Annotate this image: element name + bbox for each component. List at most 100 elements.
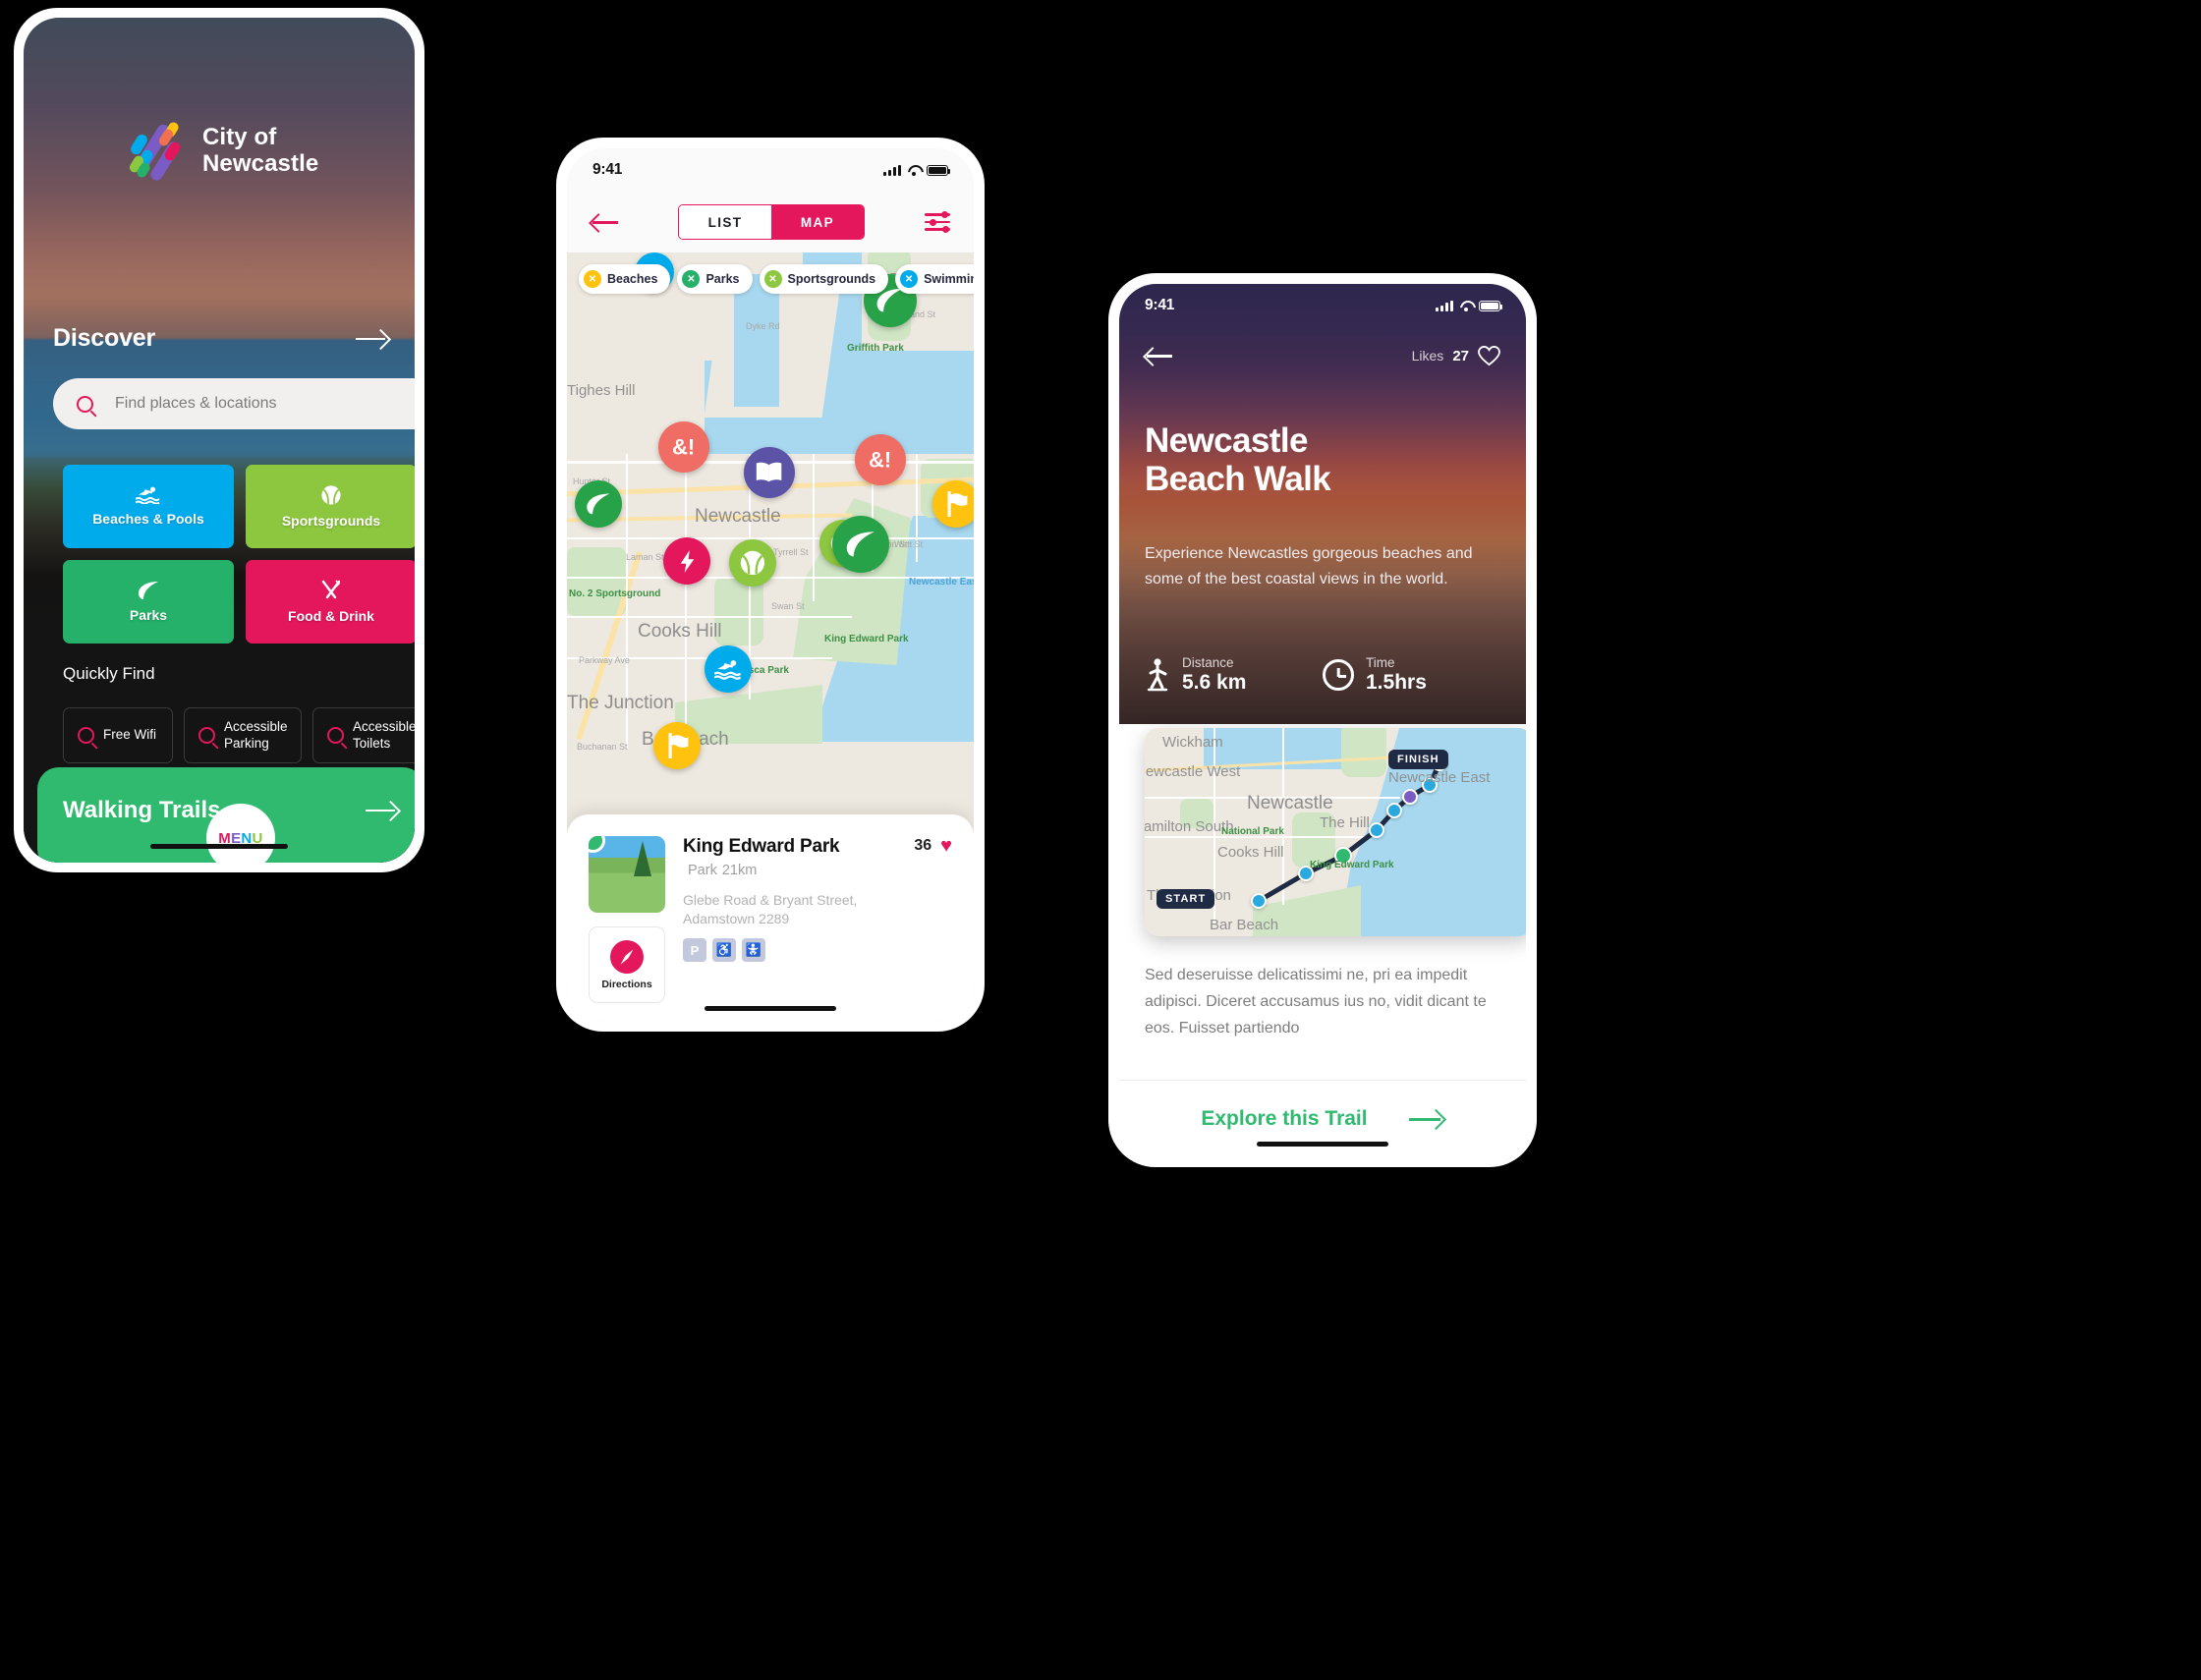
map-pin-flag[interactable] [932,480,974,528]
filter-chip-label: Swimming Pools [924,272,974,286]
likes-label: Likes [1411,348,1444,364]
map-label: Dyke Rd [746,321,780,331]
map-pin-art[interactable]: &! [658,421,709,473]
tile-label: Food & Drink [288,608,374,624]
back-arrow-icon[interactable] [1145,347,1172,364]
close-icon[interactable]: ✕ [584,270,601,288]
status-time: 9:41 [593,161,623,178]
map-pin-tennis-ball[interactable] [729,539,776,587]
filter-chip-beaches[interactable]: ✕ Beaches [579,264,671,294]
heart-filled-icon[interactable]: ♥ [940,836,952,856]
back-arrow-icon[interactable] [591,213,618,231]
trail-waypoint[interactable] [1402,789,1418,805]
trail-waypoint[interactable] [1369,822,1384,838]
battery-icon [927,164,951,176]
map-label: Tighes Hill [567,382,636,399]
close-icon[interactable]: ✕ [763,270,782,288]
quick-chip-free-wifi[interactable]: Free Wifi [63,707,173,763]
map-pin-swimmer[interactable] [705,645,752,693]
map-label: Griffith Park [847,343,904,354]
trail-map-label: Newcastle East [1388,769,1491,786]
trail-map-label: Newcastle [1247,793,1333,813]
filter-sliders-icon[interactable] [925,211,950,233]
trail-map-label: Cooks Hill [1217,844,1284,861]
map-pin-lightning[interactable] [663,537,710,585]
trail-map-label: The Hill [1320,814,1370,831]
svg-text:&!: &! [672,435,695,460]
amenity-icons: P ♿ 🚼 [683,938,952,963]
clock-icon [1323,659,1354,692]
directions-label: Directions [601,978,652,990]
filter-chip-row[interactable]: ✕ Beaches ✕ Parks ✕ Sportsgrounds ✕ Swimming Po… [567,252,974,306]
filter-chip-swimming-pools[interactable]: ✕ Swimming Pools [895,264,974,294]
tile-label: Beaches & Pools [92,511,204,527]
filter-chip-parks[interactable]: ✕ Parks [677,264,753,294]
place-category-row: Park 21km [683,863,952,878]
arrow-right-icon[interactable] [366,801,399,820]
trail-waypoint[interactable] [1251,893,1267,909]
filter-chip-label: Parks [705,272,740,286]
map-pin-leaf[interactable] [575,480,622,528]
map-pin-flag[interactable] [653,722,701,769]
place-likes[interactable]: 36 ♥ [914,836,952,856]
place-detail-card[interactable]: Directions King Edward Park 36 ♥ Park 21… [567,814,974,1021]
trail-description: Experience Newcastles gorgeous beaches a… [1145,545,1473,588]
map-pin-art[interactable]: &! [855,434,906,485]
search-input[interactable]: Find places & locations [53,378,415,429]
list-map-toggle[interactable]: LIST MAP [678,204,865,240]
phone1-screen: City of Newcastle Discover Find places &… [24,18,415,863]
explore-trail-button[interactable]: Explore this Trail [1119,1107,1526,1131]
map-label: Newcastle East [909,577,974,588]
tab-list[interactable]: LIST [679,205,771,239]
trail-nav-bar: Likes 27 [1119,333,1526,378]
arrow-right-icon[interactable] [1408,1109,1444,1129]
filter-chip-sportsgrounds[interactable]: ✕ Sportsgrounds [759,264,889,294]
address-line-2: Adamstown 2289 [683,910,790,926]
directions-button[interactable]: Directions [589,926,665,1003]
wifi-icon [907,165,921,176]
quick-chip-accessible-parking[interactable]: Accessible Parking [184,707,302,763]
home-indicator [705,1006,836,1011]
map-label: Cooks Hill [638,621,722,642]
tile-food-and-drink[interactable]: Food & Drink [246,560,415,644]
map-label: Swan St [771,601,805,611]
tile-sportsgrounds[interactable]: Sportsgrounds [246,465,415,548]
status-bar: 9:41 [567,148,974,192]
map-label: King Edward Park [824,634,909,644]
status-badge [589,836,605,853]
likes-group[interactable]: Likes 27 [1411,345,1500,366]
map-label: Laman St [626,552,664,562]
stat-label: Distance [1182,655,1234,670]
arrow-right-icon[interactable] [356,329,389,349]
trail-map-card[interactable]: Wickham Newcastle West Newcastle Newcastle … [1145,728,1526,936]
tree-graphic [634,841,651,876]
map-canvas[interactable]: CarringtonStocktonMaitland StGriffith Pa… [567,252,974,1021]
close-icon[interactable]: ✕ [900,270,919,288]
trail-title-line-2: Beach Walk [1145,460,1331,499]
heart-outline-icon[interactable] [1478,345,1500,366]
map-pin-leaf[interactable] [832,516,889,573]
search-icon [198,727,215,744]
trail-title: Newcastle Beach Walk [1145,421,1331,499]
svg-text:&!: &! [869,448,891,473]
quick-chip-accessible-toilets[interactable]: Accessible Toilets [312,707,415,763]
city-of-newcastle-logo-icon [127,120,191,183]
map-pin-book[interactable] [744,447,795,498]
trail-map-label: Wickham [1162,734,1223,751]
tab-map[interactable]: MAP [771,205,864,239]
category-tile-grid: Beaches & Pools Sportsgrounds Parks Food… [63,465,415,644]
status-bar: 9:41 [1119,284,1526,327]
map-label: Buchanan St [577,742,628,752]
tile-label: Sportsgrounds [281,513,381,529]
search-icon [78,727,94,744]
trail-waypoint[interactable] [1386,803,1402,818]
place-card-content: Directions King Edward Park 36 ♥ Park 21… [589,836,952,1003]
close-icon[interactable]: ✕ [682,270,701,288]
trail-stats: Distance 5.6 km Time 1.5hrs [1145,655,1500,695]
search-placeholder: Find places & locations [115,395,277,412]
brand-logo: City of Newcastle [127,120,318,183]
map-label: The Junction [567,693,674,713]
tile-parks[interactable]: Parks [63,560,234,644]
map-label: No. 2 Sportsground [569,588,661,599]
tile-beaches-and-pools[interactable]: Beaches & Pools [63,465,234,548]
